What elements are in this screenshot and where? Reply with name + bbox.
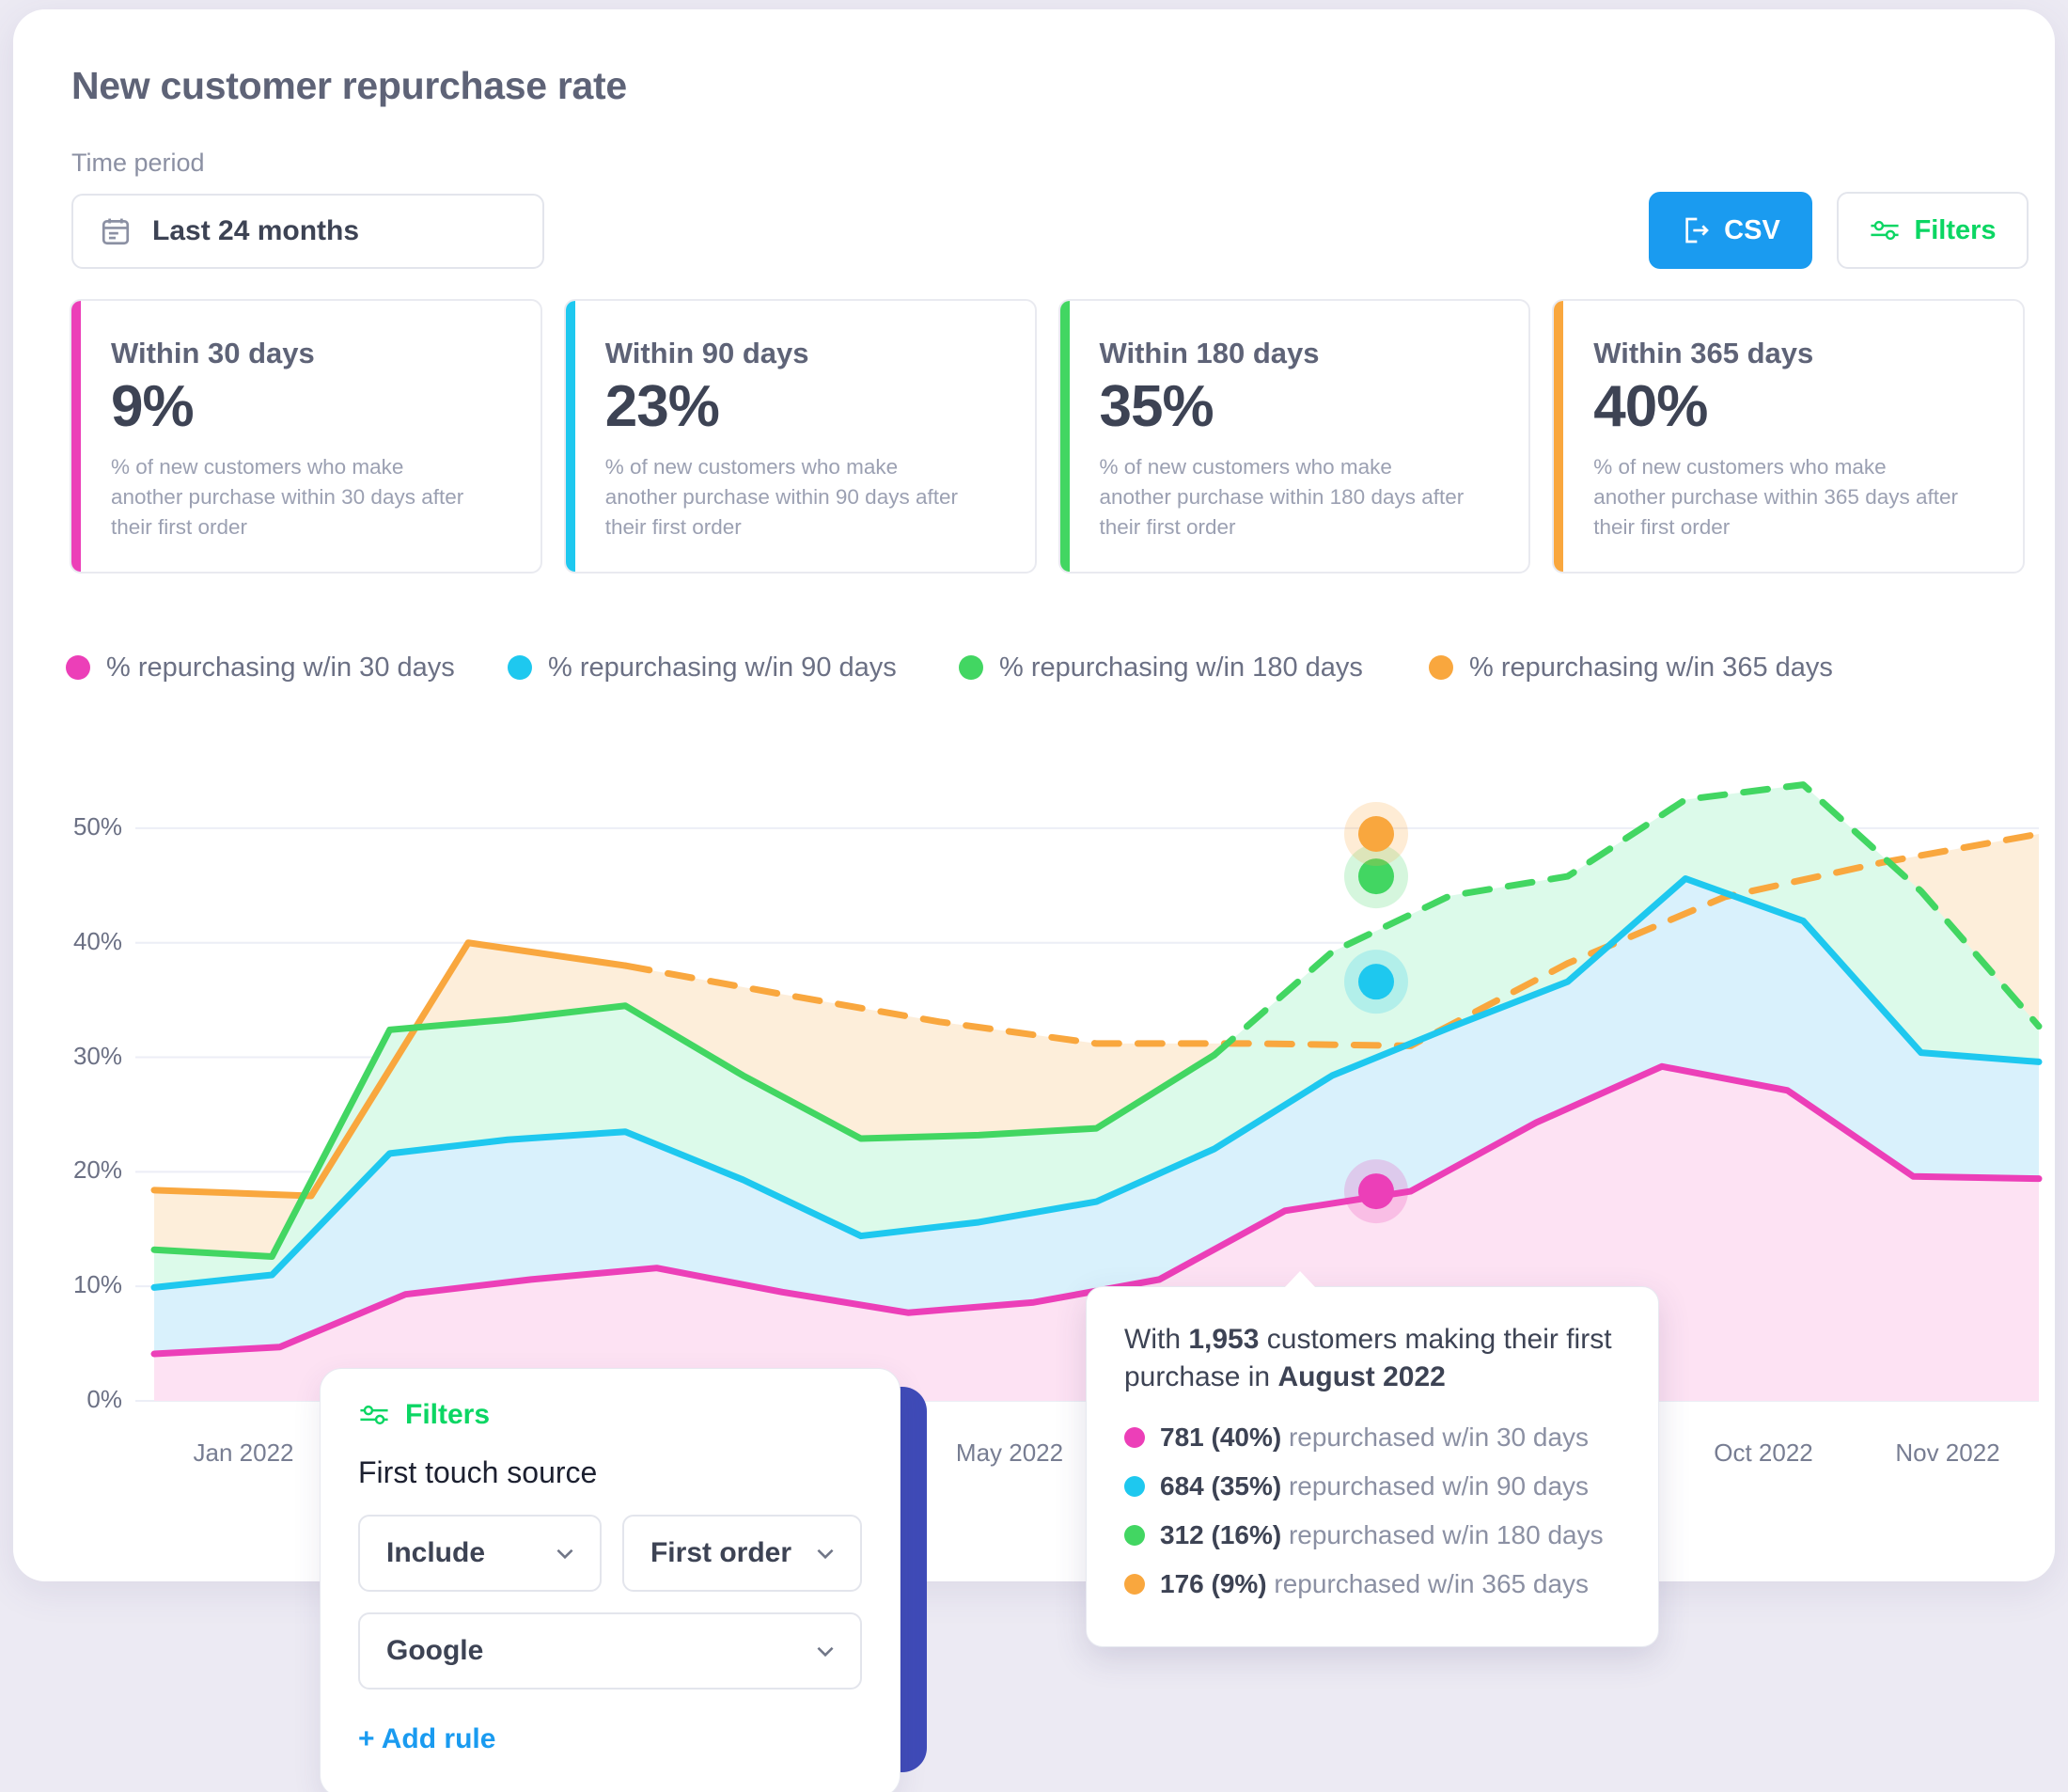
time-period-label: Time period	[71, 149, 205, 177]
kpi-accent-bar	[1554, 301, 1564, 572]
chevron-down-icon	[817, 1548, 834, 1560]
kpi-card: Within 365 days 40% % of new customers who…	[1552, 299, 2025, 574]
filters-panel-header: Filters	[358, 1399, 862, 1431]
kpi-accent-bar	[71, 301, 81, 572]
filters-panel: Filters First touch source Include First…	[320, 1368, 901, 1792]
y-axis-tick-label: 30%	[72, 1041, 122, 1070]
tooltip-color-dot	[1124, 1476, 1145, 1498]
kpi-accent-bar	[1059, 301, 1070, 572]
kpi-description: % of new customers who make another purc…	[1099, 455, 1465, 539]
legend-label: % repurchasing w/in 90 days	[548, 652, 897, 683]
tooltip-row-text: 312 (16%) repurchased w/in 180 days	[1160, 1520, 1604, 1550]
kpi-card: Within 180 days 35% % of new customers who…	[1058, 299, 1531, 574]
time-period-select[interactable]: Last 24 months	[71, 194, 544, 269]
legend-color-dot	[508, 655, 532, 680]
filters-button[interactable]: Filters	[1837, 192, 2029, 269]
filter-value-select[interactable]: Google	[358, 1612, 862, 1690]
add-rule-link[interactable]: + Add rule	[358, 1723, 862, 1755]
tooltip-headline: With 1,953 customers making their first …	[1124, 1321, 1621, 1396]
kpi-value: 35%	[1099, 374, 1214, 439]
tooltip-color-dot	[1124, 1574, 1145, 1596]
filter-field-value: First order	[650, 1537, 792, 1568]
kpi-description: % of new customers who make another purc…	[111, 455, 464, 539]
y-axis-tick-label: 10%	[72, 1270, 122, 1299]
kpi-description: % of new customers who make another purc…	[1593, 455, 1958, 539]
kpi-value: 40%	[1593, 374, 1708, 439]
filters-panel-wrapper: Filters First touch source Include First…	[320, 1368, 927, 1792]
x-axis-tick-label: Oct 2022	[1714, 1438, 1813, 1467]
filter-rule-title: First touch source	[358, 1455, 598, 1489]
legend-label: % repurchasing w/in 180 days	[999, 652, 1363, 683]
legend-color-dot	[66, 655, 90, 680]
kpi-title: Within 90 days	[604, 337, 809, 369]
calendar-icon	[102, 218, 130, 245]
legend-item[interactable]: % repurchasing w/in 90 days	[508, 652, 897, 684]
filter-field-select[interactable]: First order	[621, 1515, 862, 1592]
report-card: New customer repurchase rate Time period…	[13, 9, 2055, 1581]
filter-sliders-icon	[360, 1405, 388, 1425]
kpi-description: % of new customers who make another purc…	[604, 455, 958, 539]
tooltip-row: 684 (35%) repurchased w/in 90 days	[1124, 1471, 1621, 1501]
tooltip-row: 312 (16%) repurchased w/in 180 days	[1124, 1520, 1621, 1550]
filters-panel-heading: Filters	[405, 1399, 491, 1430]
csv-button-label: CSV	[1724, 214, 1780, 245]
page-title: New customer repurchase rate	[71, 64, 627, 107]
legend-color-dot	[1429, 655, 1453, 680]
tooltip-color-dot	[1124, 1427, 1145, 1449]
x-axis-tick-label: Jan 2022	[193, 1438, 294, 1467]
tooltip-row-text: 781 (40%) repurchased w/in 30 days	[1160, 1423, 1590, 1453]
filter-rule-row: Include First order	[358, 1515, 862, 1592]
kpi-card: Within 90 days 23% % of new customers who …	[563, 299, 1037, 574]
kpi-title: Within 180 days	[1099, 337, 1320, 369]
tooltip-head-prefix: With	[1124, 1324, 1189, 1355]
legend-color-dot	[959, 655, 983, 680]
chevron-down-icon	[817, 1646, 834, 1658]
csv-export-button[interactable]: CSV	[1649, 192, 1812, 269]
kpi-card-list: Within 30 days 9% % of new customers who m…	[70, 299, 2025, 574]
x-axis-tick-label: Nov 2022	[1895, 1438, 2000, 1467]
tooltip-customer-count: 1,953	[1188, 1324, 1260, 1355]
y-axis-tick-label: 20%	[72, 1155, 122, 1185]
filters-button-label: Filters	[1914, 214, 1997, 245]
tooltip-row: 176 (9%) repurchased w/in 365 days	[1124, 1569, 1621, 1599]
tooltip-color-dot	[1124, 1525, 1145, 1547]
tooltip-month: August 2022	[1277, 1361, 1446, 1393]
page-root: New customer repurchase rate Time period…	[0, 0, 2068, 1792]
kpi-accent-bar	[565, 301, 575, 572]
x-axis-tick-label: May 2022	[955, 1438, 1064, 1467]
chart-tooltip: With 1,953 customers making their first …	[1086, 1271, 1659, 1648]
y-axis-tick-label: 40%	[72, 926, 122, 955]
legend-label: % repurchasing w/in 365 days	[1469, 652, 1833, 683]
filter-sliders-icon	[1871, 220, 1900, 241]
kpi-card: Within 30 days 9% % of new customers who m…	[70, 299, 542, 574]
tooltip-row: 781 (40%) repurchased w/in 30 days	[1124, 1423, 1621, 1453]
y-axis-tick-label: 50%	[72, 811, 122, 841]
tooltip-row-text: 684 (35%) repurchased w/in 90 days	[1160, 1471, 1590, 1501]
kpi-title: Within 30 days	[111, 337, 315, 369]
legend-item[interactable]: % repurchasing w/in 180 days	[959, 652, 1363, 684]
y-axis-tick-label: 0%	[86, 1385, 122, 1413]
kpi-title: Within 365 days	[1593, 337, 1814, 369]
chevron-down-icon	[556, 1548, 573, 1560]
export-icon	[1685, 217, 1710, 244]
time-period-value: Last 24 months	[152, 215, 360, 246]
legend-label: % repurchasing w/in 30 days	[106, 652, 455, 683]
tooltip-row-text: 176 (9%) repurchased w/in 365 days	[1160, 1569, 1590, 1599]
kpi-value: 9%	[111, 374, 195, 439]
tooltip-row-list: 781 (40%) repurchased w/in 30 days 684 (3…	[1124, 1423, 1621, 1599]
filter-value-value: Google	[386, 1635, 484, 1666]
legend-item[interactable]: % repurchasing w/in 365 days	[1429, 652, 1833, 684]
legend-item[interactable]: % repurchasing w/in 30 days	[66, 652, 455, 684]
filter-operator-select[interactable]: Include	[358, 1515, 602, 1592]
kpi-value: 23%	[604, 374, 720, 439]
filter-operator-value: Include	[386, 1537, 486, 1568]
